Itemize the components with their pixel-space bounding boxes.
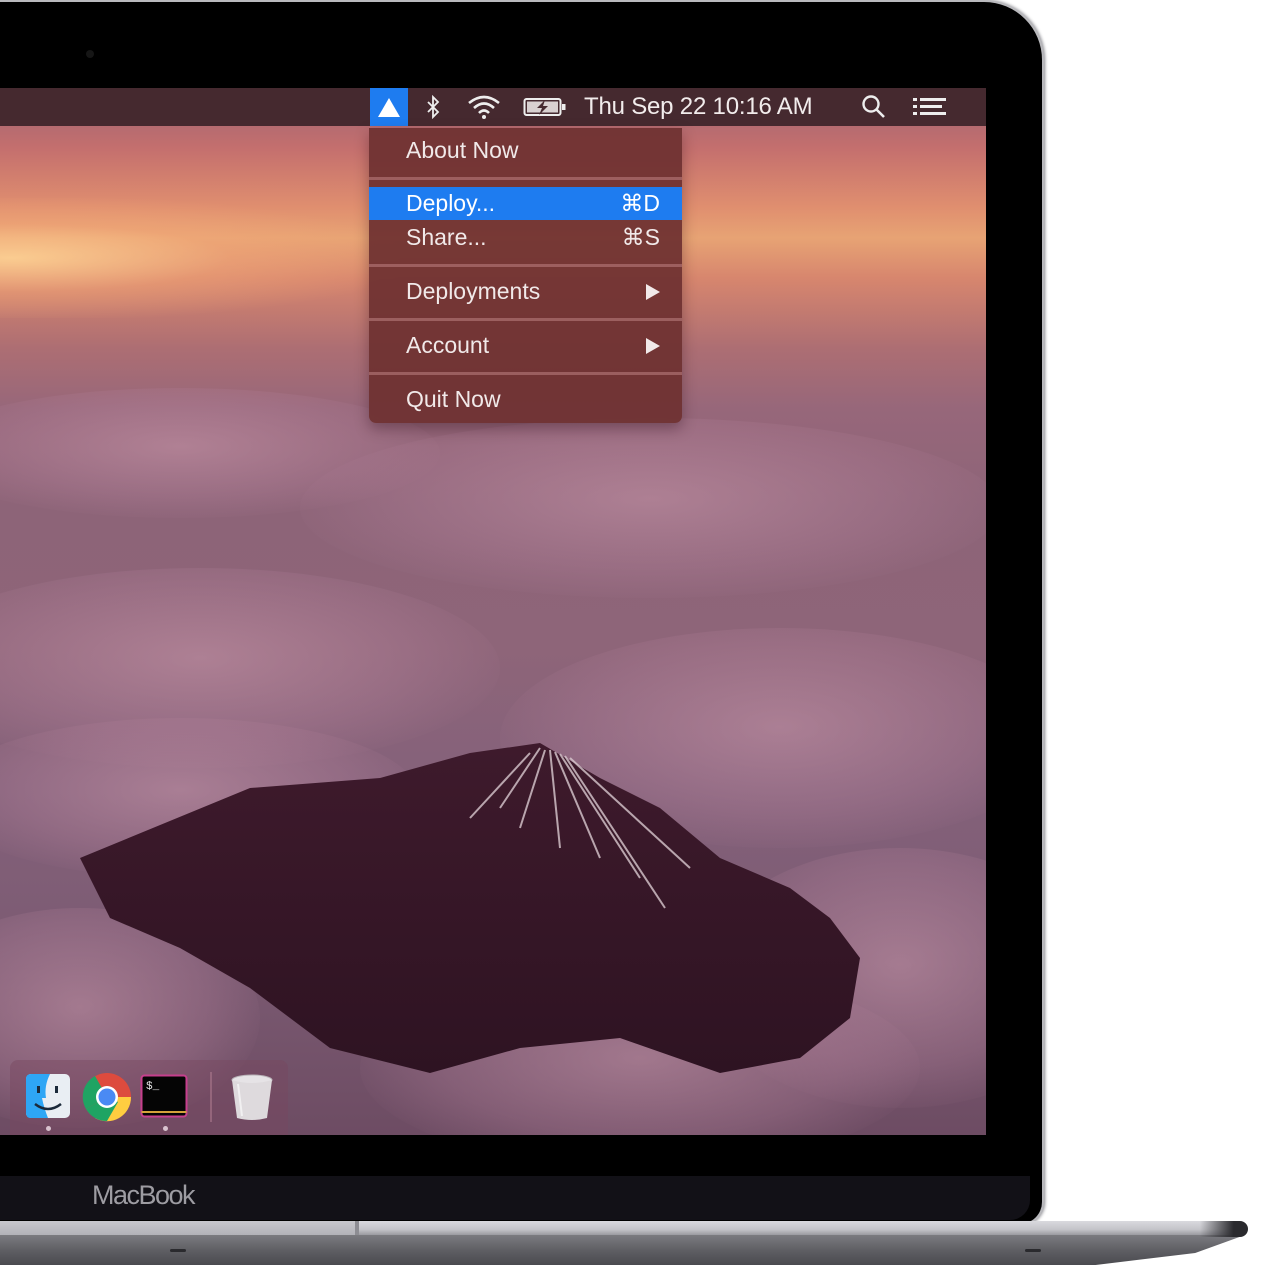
dock-item-terminal[interactable]: $_ [140, 1072, 188, 1120]
running-indicator [46, 1126, 51, 1131]
menu-item-share[interactable]: Share... ⌘S [369, 221, 682, 254]
laptop-base-edge [1200, 1221, 1248, 1237]
dock-item-chrome[interactable] [82, 1072, 132, 1122]
notification-center-icon [913, 98, 946, 115]
bluetooth-icon [427, 95, 440, 119]
menu-bar-clock[interactable]: Thu Sep 22 10:16 AM [584, 88, 834, 126]
dock-separator [210, 1072, 212, 1122]
camera-icon [86, 50, 94, 58]
menu-item-label: Deployments [406, 278, 541, 304]
brand-label: MacBook [92, 1180, 196, 1210]
menu-item-label: Quit Now [406, 386, 501, 412]
svg-text:$_: $_ [146, 1081, 160, 1093]
menu-item-deploy[interactable]: Deploy... ⌘D [369, 187, 682, 220]
trash-icon [231, 1074, 273, 1120]
menu-item-shortcut: ⌘S [621, 224, 660, 250]
now-app-menu-extra[interactable] [370, 88, 408, 126]
dock-item-finder[interactable] [24, 1072, 72, 1120]
bluetooth-menu[interactable] [420, 88, 446, 126]
menu-item-account[interactable]: Account [369, 329, 682, 362]
laptop-foot [1025, 1249, 1041, 1252]
chrome-icon [82, 1073, 132, 1122]
dock: $_ [10, 1060, 288, 1135]
menu-separator [369, 177, 682, 180]
laptop-hinge-notch [0, 1221, 359, 1235]
now-triangle-icon [378, 98, 400, 117]
submenu-arrow-icon [646, 337, 660, 354]
spotlight-button[interactable] [858, 88, 890, 126]
menu-separator [369, 264, 682, 267]
now-app-dropdown-menu: About Now Deploy... ⌘D Share... ⌘S Deplo… [369, 128, 682, 423]
finder-icon [26, 1074, 70, 1118]
wifi-icon [468, 95, 500, 119]
desktop-screen: Thu Sep 22 10:16 AM About Now Deploy... … [0, 88, 986, 1135]
notification-center-button[interactable] [910, 88, 950, 126]
menu-bar: Thu Sep 22 10:16 AM [0, 88, 986, 126]
dock-item-trash[interactable] [228, 1072, 276, 1120]
menu-item-shortcut: ⌘D [620, 190, 660, 216]
mountain-silhouette [80, 743, 860, 1073]
menu-separator [369, 372, 682, 375]
menu-item-label: Share... [406, 224, 487, 250]
menu-item-about-now[interactable]: About Now [369, 134, 682, 167]
battery-menu[interactable] [522, 88, 568, 126]
wifi-menu[interactable] [464, 88, 504, 126]
battery-charging-icon [523, 98, 566, 116]
menu-item-label: Account [406, 332, 490, 358]
laptop-base-bottom [0, 1235, 1245, 1265]
menu-item-quit-now[interactable]: Quit Now [369, 383, 682, 416]
menu-separator [369, 318, 682, 321]
menu-item-deployments[interactable]: Deployments [369, 275, 682, 308]
menu-item-label: About Now [406, 137, 519, 163]
laptop-foot [170, 1249, 186, 1252]
running-indicator [163, 1126, 168, 1131]
spotlight-search-icon [862, 95, 885, 118]
menu-item-label: Deploy... [406, 190, 496, 216]
terminal-icon: $_ [140, 1074, 188, 1118]
submenu-arrow-icon [646, 283, 660, 300]
